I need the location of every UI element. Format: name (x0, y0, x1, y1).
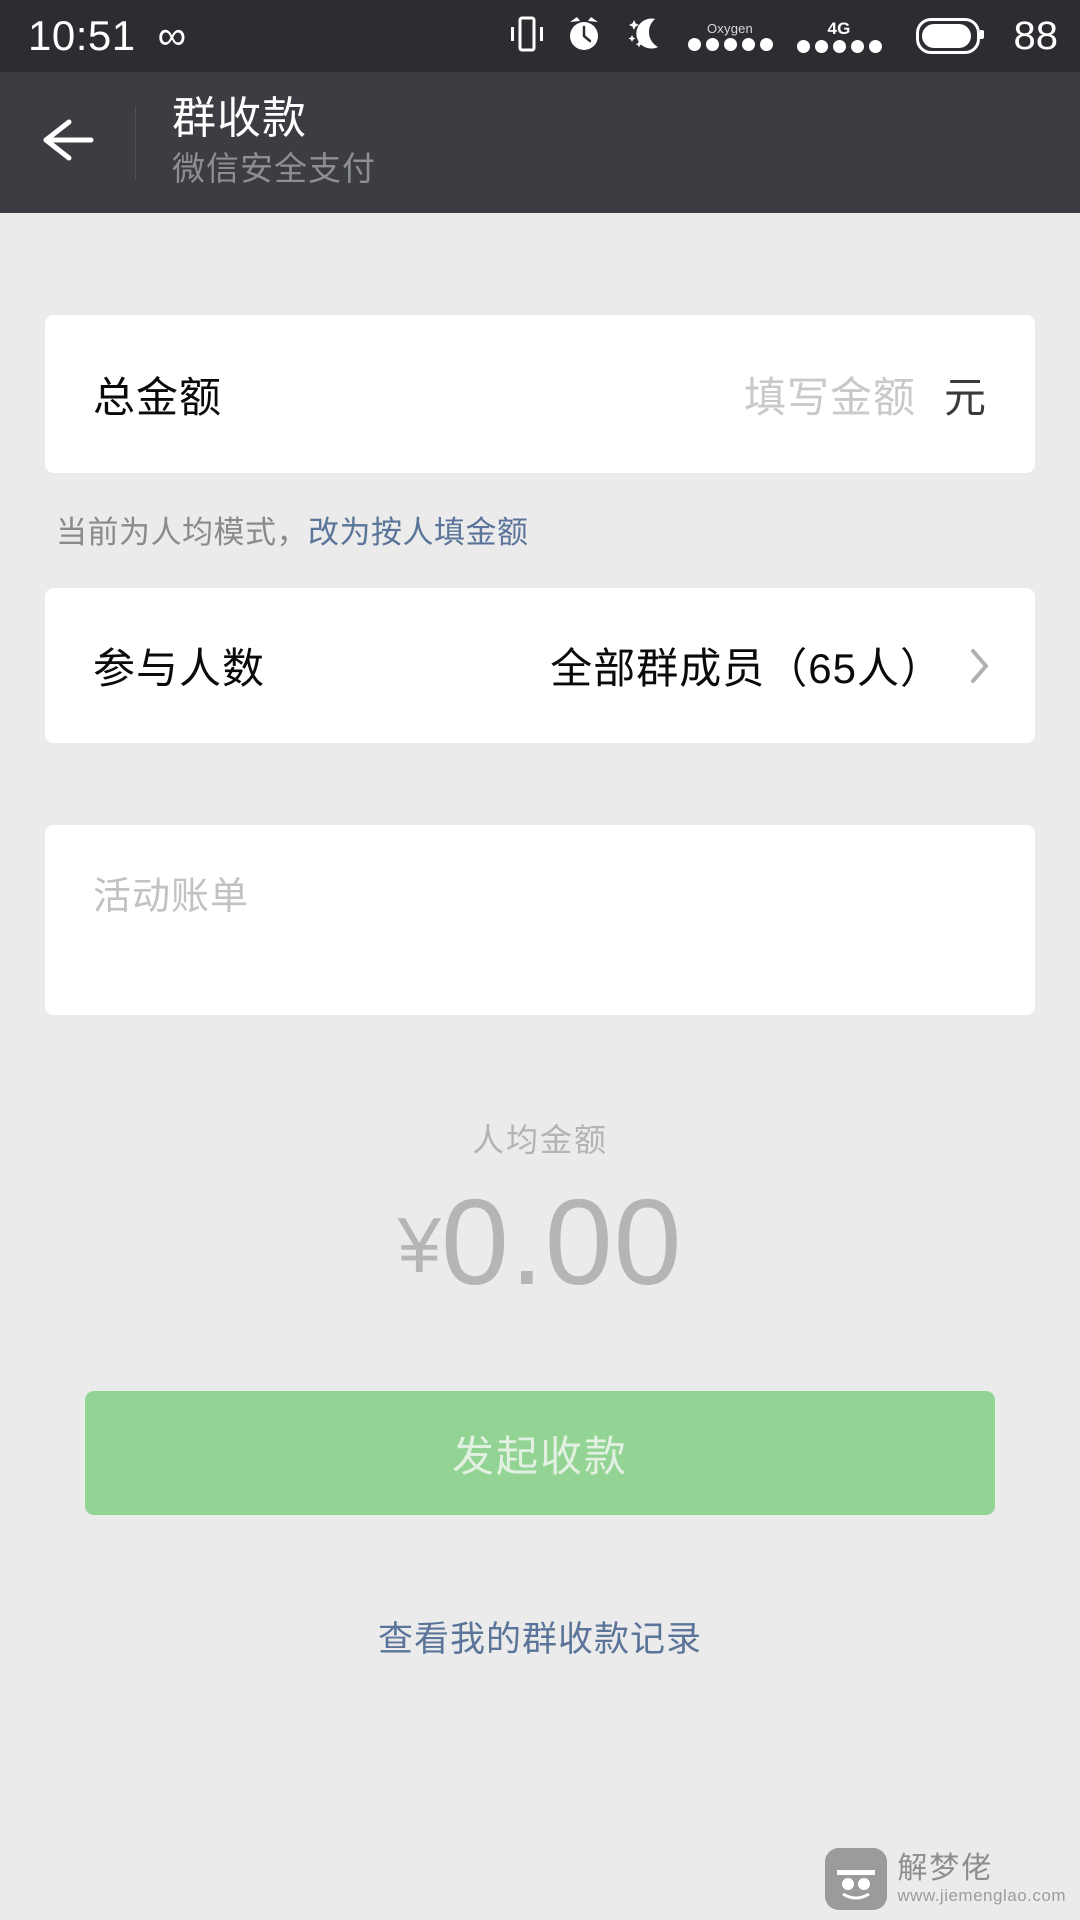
title-bar: 群收款 微信安全支付 (0, 72, 1080, 213)
back-arrow-icon (39, 117, 97, 168)
participants-spacer (0, 743, 1080, 825)
mode-hint-line: 当前为人均模式，改为按人填金额 (0, 473, 1080, 552)
infinity-icon: ∞ (157, 14, 187, 58)
participants-label: 参与人数 (93, 645, 266, 692)
top-spacer (0, 213, 1080, 315)
participants-row[interactable]: 参与人数 全部群成员（65人） (45, 588, 1035, 743)
start-collection-button[interactable]: 发起收款 (85, 1391, 995, 1515)
total-amount-label: 总金额 (93, 373, 223, 421)
do-not-disturb-moon-icon (624, 14, 664, 59)
battery-fill (921, 24, 971, 48)
note-card[interactable]: 活动账单 (45, 825, 1035, 1015)
total-amount-input[interactable]: 填写金额 (744, 364, 916, 425)
switch-mode-link[interactable]: 改为按人填金额 (308, 515, 529, 550)
yen-symbol: ¥ (397, 1201, 441, 1289)
chevron-right-icon (969, 646, 991, 686)
start-collection-label: 发起收款 (451, 1432, 628, 1480)
signal-dot (814, 39, 828, 53)
currency-unit-label: 元 (943, 373, 987, 421)
signal-dot (723, 37, 737, 51)
watermark-title: 解梦佬 (897, 1851, 994, 1885)
mode-hint-text: 当前为人均模式， (56, 515, 308, 550)
watermark-url: www.jiemenglao.com (897, 1886, 1066, 1906)
sim2-signal-dots (796, 39, 882, 53)
average-amount-label: 人均金额 (471, 1122, 608, 1158)
status-bar-clock: 10:51 (28, 12, 136, 59)
signal-dot (868, 39, 882, 53)
status-bar: 10:51 ∞ Oxygen 4G 88 (0, 0, 1080, 72)
average-amount-value: 0.00 (440, 1174, 683, 1310)
sim2-signal: 4G (796, 18, 882, 53)
signal-dot (796, 39, 810, 53)
status-bar-icon-group: Oxygen 4G Oxygen 88 (510, 14, 1059, 59)
watermark-text-group: 解梦佬 www.jiemenglao.com (897, 1852, 1066, 1906)
sim1-carrier-label: Oxygen (706, 20, 753, 36)
network-type-label: 4G (827, 18, 851, 38)
signal-dot (741, 37, 755, 51)
battery-percent-label: 88 (1013, 14, 1059, 58)
back-button[interactable] (0, 72, 135, 213)
battery-icon (915, 18, 984, 54)
average-amount-display: ¥0.00 (0, 1181, 1080, 1303)
signal-dot (832, 39, 846, 53)
signal-dot (759, 37, 773, 51)
mode-spacer (0, 552, 1080, 588)
signal-dot (705, 37, 719, 51)
signal-dot (850, 39, 864, 53)
total-amount-card: 总金额 填写金额 元 (45, 315, 1035, 473)
note-input[interactable]: 活动账单 (93, 876, 249, 918)
vibrate-icon (510, 14, 544, 59)
title-divider (135, 105, 136, 180)
page-title: 群收款 (172, 94, 307, 144)
sim1-signal: Oxygen (687, 20, 773, 51)
participants-card: 参与人数 全部群成员（65人） (45, 588, 1035, 743)
page-subtitle: 微信安全支付 (172, 149, 376, 187)
alarm-icon (564, 14, 604, 59)
participants-value: 全部群成员（65人） (550, 645, 943, 692)
watermark: 解梦佬 www.jiemenglao.com (825, 1848, 1066, 1910)
main-content: 总金额 填写金额 元 当前为人均模式，改为按人填金额 参与人数 全部群成员（65… (0, 213, 1080, 1662)
title-text-group: 群收款 微信安全支付 (172, 94, 376, 190)
watermark-logo-icon (825, 1848, 888, 1910)
signal-dot (687, 37, 701, 51)
total-amount-row[interactable]: 总金额 填写金额 元 (45, 315, 1035, 473)
view-records-link[interactable]: 查看我的群收款记录 (0, 1611, 1080, 1662)
sim1-signal-dots (687, 37, 773, 51)
